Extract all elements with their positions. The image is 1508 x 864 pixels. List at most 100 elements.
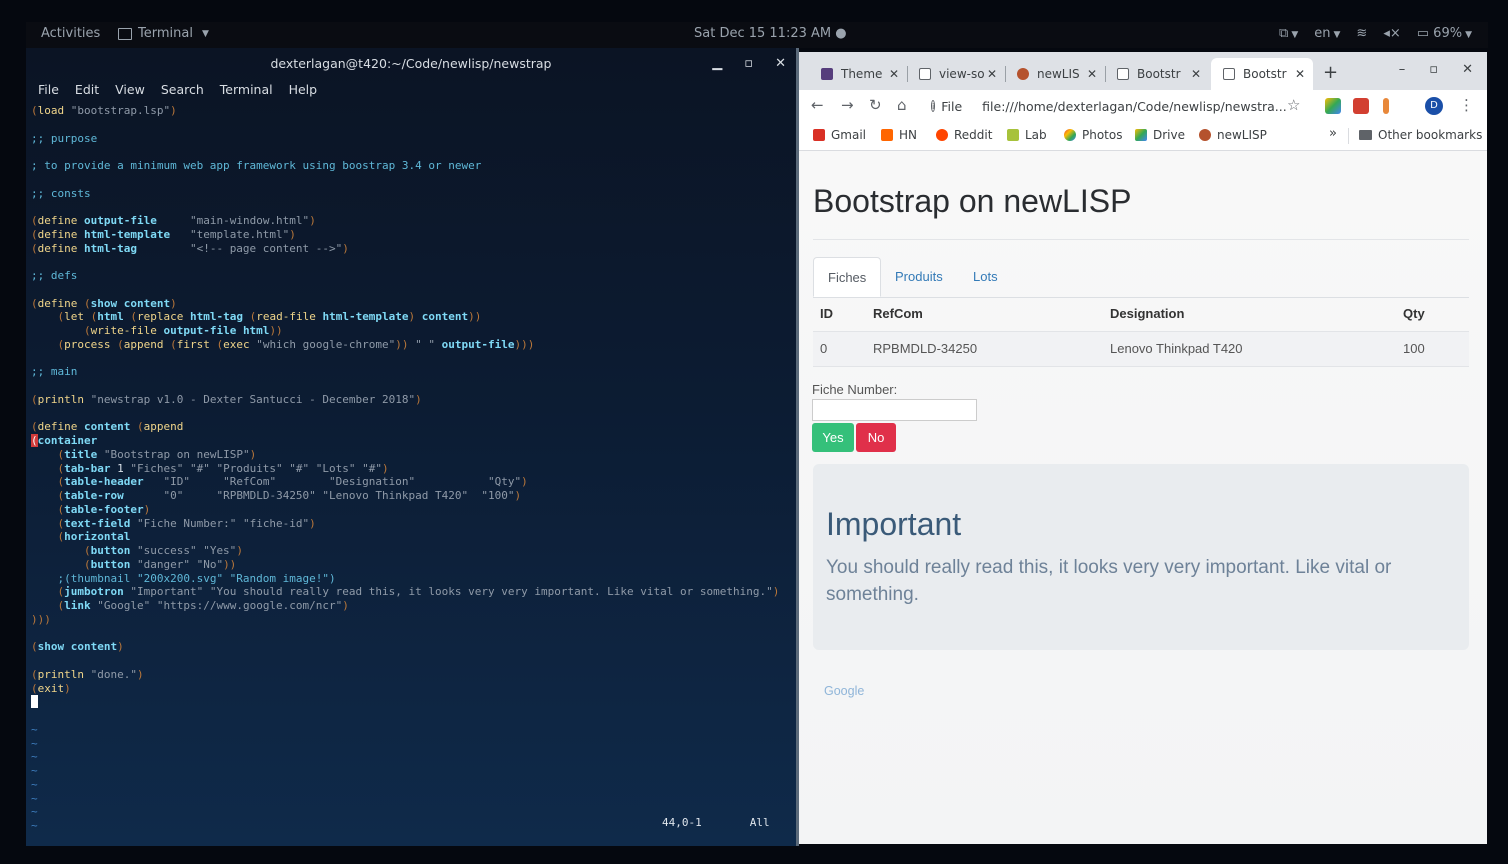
bookmark-lab[interactable]: Lab: [1007, 128, 1047, 142]
code-line: (title "Bootstrap on newLISP"): [57, 447, 257, 461]
browser-tab-bootstrap-1[interactable]: Bootstr ✕: [1105, 60, 1209, 88]
profile-avatar[interactable]: D: [1425, 97, 1443, 115]
close-tab-icon[interactable]: ✕: [987, 67, 997, 81]
code-line: ;; defs: [31, 269, 78, 282]
menu-view[interactable]: View: [115, 82, 145, 97]
close-button[interactable]: ✕: [1462, 62, 1473, 77]
browser-tab-view-source[interactable]: view-so ✕: [907, 60, 1006, 88]
system-tray[interactable]: ⧉ ▼ en ▼ ≋ ◂× ▭ 69% ▼: [1279, 26, 1472, 41]
bookmark-gmail[interactable]: Gmail: [813, 128, 866, 142]
nav-tabs: Fiches Produits Lots: [813, 257, 1469, 298]
hn-icon: [881, 129, 893, 141]
home-icon[interactable]: ⌂: [897, 96, 907, 114]
battery-indicator[interactable]: ▭ 69% ▼: [1417, 26, 1472, 41]
terminal-window-controls: ▁ ▫ ✕: [712, 56, 786, 71]
code-line: ;; consts: [31, 186, 91, 200]
menu-edit[interactable]: Edit: [75, 82, 99, 97]
browser-tab-theme[interactable]: Theme ✕: [809, 60, 908, 88]
bookmark-drive[interactable]: Drive: [1135, 128, 1185, 142]
app-menu[interactable]: Terminal ▼: [118, 26, 209, 41]
divider: [813, 239, 1469, 240]
tab-label: Theme: [841, 67, 883, 81]
tab-label: Bootstr: [1137, 67, 1181, 81]
page-title: Bootstrap on newLISP: [813, 183, 1132, 219]
new-tab-button[interactable]: +: [1323, 62, 1338, 83]
chevron-down-icon: ▼: [201, 28, 209, 39]
code-line: ~: [31, 764, 38, 777]
code-line: (tab-bar 1 "Fiches" "#" "Produits" "#" "…: [57, 461, 389, 475]
close-tab-icon[interactable]: ✕: [1191, 67, 1201, 81]
terminal-window[interactable]: dexterlagan@t420:~/Code/newlisp/newstrap…: [26, 48, 799, 846]
reload-icon[interactable]: ↻: [869, 96, 882, 114]
bookmark-photos[interactable]: Photos: [1064, 128, 1122, 142]
clock[interactable]: Sat Dec 15 11:23 AM ●: [694, 26, 847, 41]
fiche-number-input[interactable]: [812, 399, 977, 421]
browser-tab-newlisp[interactable]: newLIS ✕: [1005, 60, 1106, 88]
menu-search[interactable]: Search: [161, 82, 204, 97]
more-bookmarks-icon[interactable]: »: [1329, 126, 1337, 141]
code-line: ;; main: [31, 365, 78, 379]
drive-extension-icon[interactable]: [1325, 98, 1341, 114]
mail-extension-icon[interactable]: [1353, 98, 1369, 114]
tab-label: view-so: [939, 67, 985, 81]
header-id: ID: [820, 306, 833, 321]
tab-produits[interactable]: Produits: [881, 257, 957, 297]
minimize-button[interactable]: –: [1399, 62, 1406, 77]
maximize-button[interactable]: ▫: [1429, 62, 1438, 77]
tab-fiches[interactable]: Fiches: [813, 257, 882, 297]
code-line: ~: [31, 805, 38, 819]
close-tab-icon[interactable]: ✕: [1295, 67, 1305, 81]
bookmark-hn[interactable]: HN: [881, 128, 917, 142]
browser-tab-bootstrap-active[interactable]: Bootstr ✕: [1211, 58, 1313, 90]
bookmark-label: newLISP: [1217, 128, 1267, 142]
code-line: ))): [31, 612, 51, 626]
info-icon[interactable]: i: [931, 100, 936, 112]
back-arrow-icon[interactable]: ←: [811, 96, 824, 114]
header-refcom: RefCom: [873, 306, 923, 321]
other-bookmarks-folder[interactable]: Other bookmarks: [1359, 128, 1482, 142]
close-button[interactable]: ✕: [775, 56, 786, 71]
bookmarks-bar: Gmail HN Reddit Lab Photos Drive newLISP…: [799, 122, 1487, 151]
battery-icon: ▭: [1416, 26, 1430, 41]
close-tab-icon[interactable]: ✕: [889, 67, 899, 81]
chrome-window[interactable]: Theme ✕ view-so ✕ newLIS ✕ Bootstr ✕ Boo…: [799, 52, 1487, 844]
code-line: (define content (append: [31, 420, 184, 434]
bookmark-star-icon[interactable]: ☆: [1287, 96, 1300, 114]
menu-help[interactable]: Help: [289, 82, 318, 97]
terminal-menubar: File Edit View Search Terminal Help: [38, 82, 317, 97]
google-link[interactable]: Google: [824, 684, 864, 698]
more-menu-icon[interactable]: ⋮: [1459, 96, 1474, 114]
minimize-button[interactable]: ▁: [712, 56, 722, 71]
yes-button[interactable]: Yes: [812, 423, 854, 452]
menu-file[interactable]: File: [38, 82, 59, 97]
bookmark-reddit[interactable]: Reddit: [936, 128, 992, 142]
code-line: ~: [31, 791, 38, 805]
no-button[interactable]: No: [856, 423, 896, 452]
code-line: (write-file output-file html)): [83, 324, 283, 337]
forward-arrow-icon[interactable]: →: [841, 96, 854, 114]
drive-icon: [1135, 129, 1147, 141]
close-tab-icon[interactable]: ✕: [1087, 67, 1097, 81]
activities-button[interactable]: Activities: [41, 26, 100, 41]
table-row: 0 RPBMDLD-34250 Lenovo Thinkpad T420 100: [813, 332, 1469, 367]
fiche-number-label: Fiche Number:: [812, 382, 898, 397]
code-line: ;; purpose: [31, 131, 98, 145]
menu-terminal[interactable]: Terminal: [220, 82, 273, 97]
code-line: (println "newstrap v1.0 - Dexter Santucc…: [31, 392, 422, 406]
bookmark-newlisp[interactable]: newLISP: [1199, 128, 1267, 142]
bookmark-label: HN: [899, 128, 917, 142]
tab-label: Bootstr: [1243, 67, 1287, 81]
code-line: (define html-template "template.html"): [31, 227, 296, 241]
vim-buffer[interactable]: (load "bootstrap.lsp") ;; purpose ; to p…: [31, 104, 779, 833]
address-bar[interactable]: i File file:///home/dexterlagan/Code/new…: [931, 93, 1287, 119]
jumbotron-text: You should really read this, it looks ve…: [826, 557, 1392, 605]
tab-lots[interactable]: Lots: [959, 257, 1012, 297]
language-indicator[interactable]: en ▼: [1314, 26, 1340, 41]
maximize-button[interactable]: ▫: [744, 56, 753, 71]
code-line: ~: [31, 736, 38, 750]
carrot-extension-icon[interactable]: [1383, 98, 1389, 114]
terminal-title: dexterlagan@t420:~/Code/newlisp/newstrap: [270, 56, 552, 71]
bookmark-label: Photos: [1082, 128, 1123, 142]
